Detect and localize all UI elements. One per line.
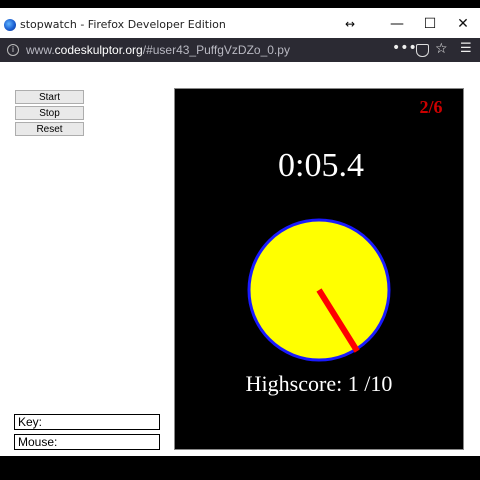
- canvas-drawing: 2/6 0:05.4 Highscore: 1 /10: [246, 97, 443, 396]
- site-info-icon[interactable]: i: [7, 44, 19, 56]
- firefox-icon: [4, 19, 16, 31]
- game-canvas[interactable]: 2/6 0:05.4 Highscore: 1 /10: [174, 88, 464, 450]
- window-title: stopwatch - Firefox Developer Edition: [20, 18, 226, 31]
- highscore-text: Highscore: 1 /10: [246, 371, 393, 396]
- start-button[interactable]: Start: [15, 90, 84, 104]
- url-domain: codeskulptor.org: [54, 43, 143, 57]
- bookmark-star-icon[interactable]: ☆: [435, 41, 448, 57]
- reset-button[interactable]: Reset: [15, 122, 84, 136]
- score-text: 2/6: [419, 97, 442, 117]
- page-actions-icon[interactable]: •••: [392, 40, 417, 56]
- minimize-button[interactable]: —: [380, 12, 414, 36]
- address-bar[interactable]: i www.codeskulptor.org/#user43_PuffgVzDZ…: [0, 38, 480, 62]
- hamburger-menu-icon[interactable]: ☰: [460, 41, 472, 56]
- mouse-status: Mouse:: [14, 434, 160, 450]
- browser-window: stopwatch - Firefox Developer Edition ↔ …: [0, 8, 480, 456]
- resize-cursor-icon: ↔: [345, 17, 356, 31]
- time-display: 0:05.4: [278, 147, 364, 184]
- key-status: Key:: [14, 414, 160, 430]
- url-path: /#user43_PuffgVzDZo_0.py: [142, 43, 290, 57]
- stop-button[interactable]: Stop: [15, 106, 84, 120]
- page-content: Start Stop Reset Key: Mouse: 2/6 0:05.4 …: [0, 62, 480, 456]
- taskbar-edge: [0, 456, 480, 480]
- pocket-icon[interactable]: [416, 44, 429, 57]
- close-button[interactable]: ✕: [446, 12, 480, 36]
- maximize-button[interactable]: ☐: [413, 12, 447, 36]
- url-prefix: www.: [26, 43, 55, 57]
- title-bar[interactable]: stopwatch - Firefox Developer Edition ↔ …: [0, 8, 480, 38]
- url-text[interactable]: www.codeskulptor.org/#user43_PuffgVzDZo_…: [26, 43, 290, 57]
